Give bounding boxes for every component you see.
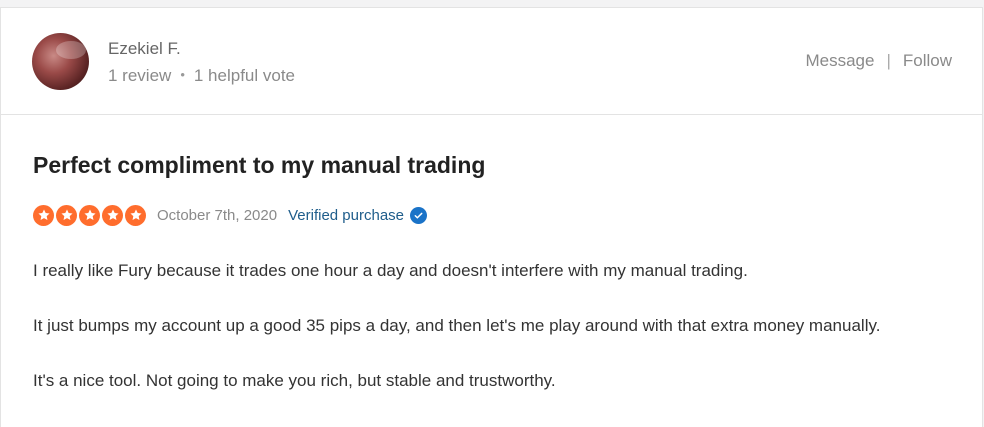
review-card: Ezekiel F. 1 review • 1 helpful vote Messa… xyxy=(0,7,983,427)
star-icon xyxy=(125,204,146,226)
actions-separator: | xyxy=(886,51,891,70)
follow-button[interactable]: Follow xyxy=(903,51,952,70)
review-paragraph: I really like Fury because it trades one… xyxy=(33,261,748,280)
verified-purchase-label: Verified purchase xyxy=(288,206,404,224)
star-icon xyxy=(79,204,100,226)
verified-check-icon xyxy=(410,206,427,224)
review-count: 1 review xyxy=(108,66,172,85)
review-date: October 7th, 2020 xyxy=(157,206,278,224)
avatar[interactable] xyxy=(32,33,89,90)
star-icon xyxy=(56,204,77,226)
meta-separator: • xyxy=(180,67,185,82)
helpful-vote-count: 1 helpful vote xyxy=(193,66,296,85)
review-paragraph: It just bumps my account up a good 35 pi… xyxy=(33,316,881,335)
reviewer-header: Ezekiel F. 1 review • 1 helpful vote Messa… xyxy=(1,8,982,115)
review-title: Perfect compliment to my manual trading xyxy=(33,152,486,178)
reviewer-actions: Message | Follow xyxy=(805,51,952,71)
star-rating xyxy=(33,204,146,226)
message-button[interactable]: Message xyxy=(805,51,874,70)
star-icon xyxy=(102,204,123,226)
star-icon xyxy=(33,204,54,226)
rating-row: October 7th, 2020 Verified purchase xyxy=(33,204,427,226)
review-body: I really like Fury because it trades one… xyxy=(33,258,933,423)
reviewer-meta: 1 review • 1 helpful vote xyxy=(108,66,295,86)
review-paragraph: It's a nice tool. Not going to make you … xyxy=(33,371,556,390)
reviewer-name[interactable]: Ezekiel F. xyxy=(108,39,181,59)
